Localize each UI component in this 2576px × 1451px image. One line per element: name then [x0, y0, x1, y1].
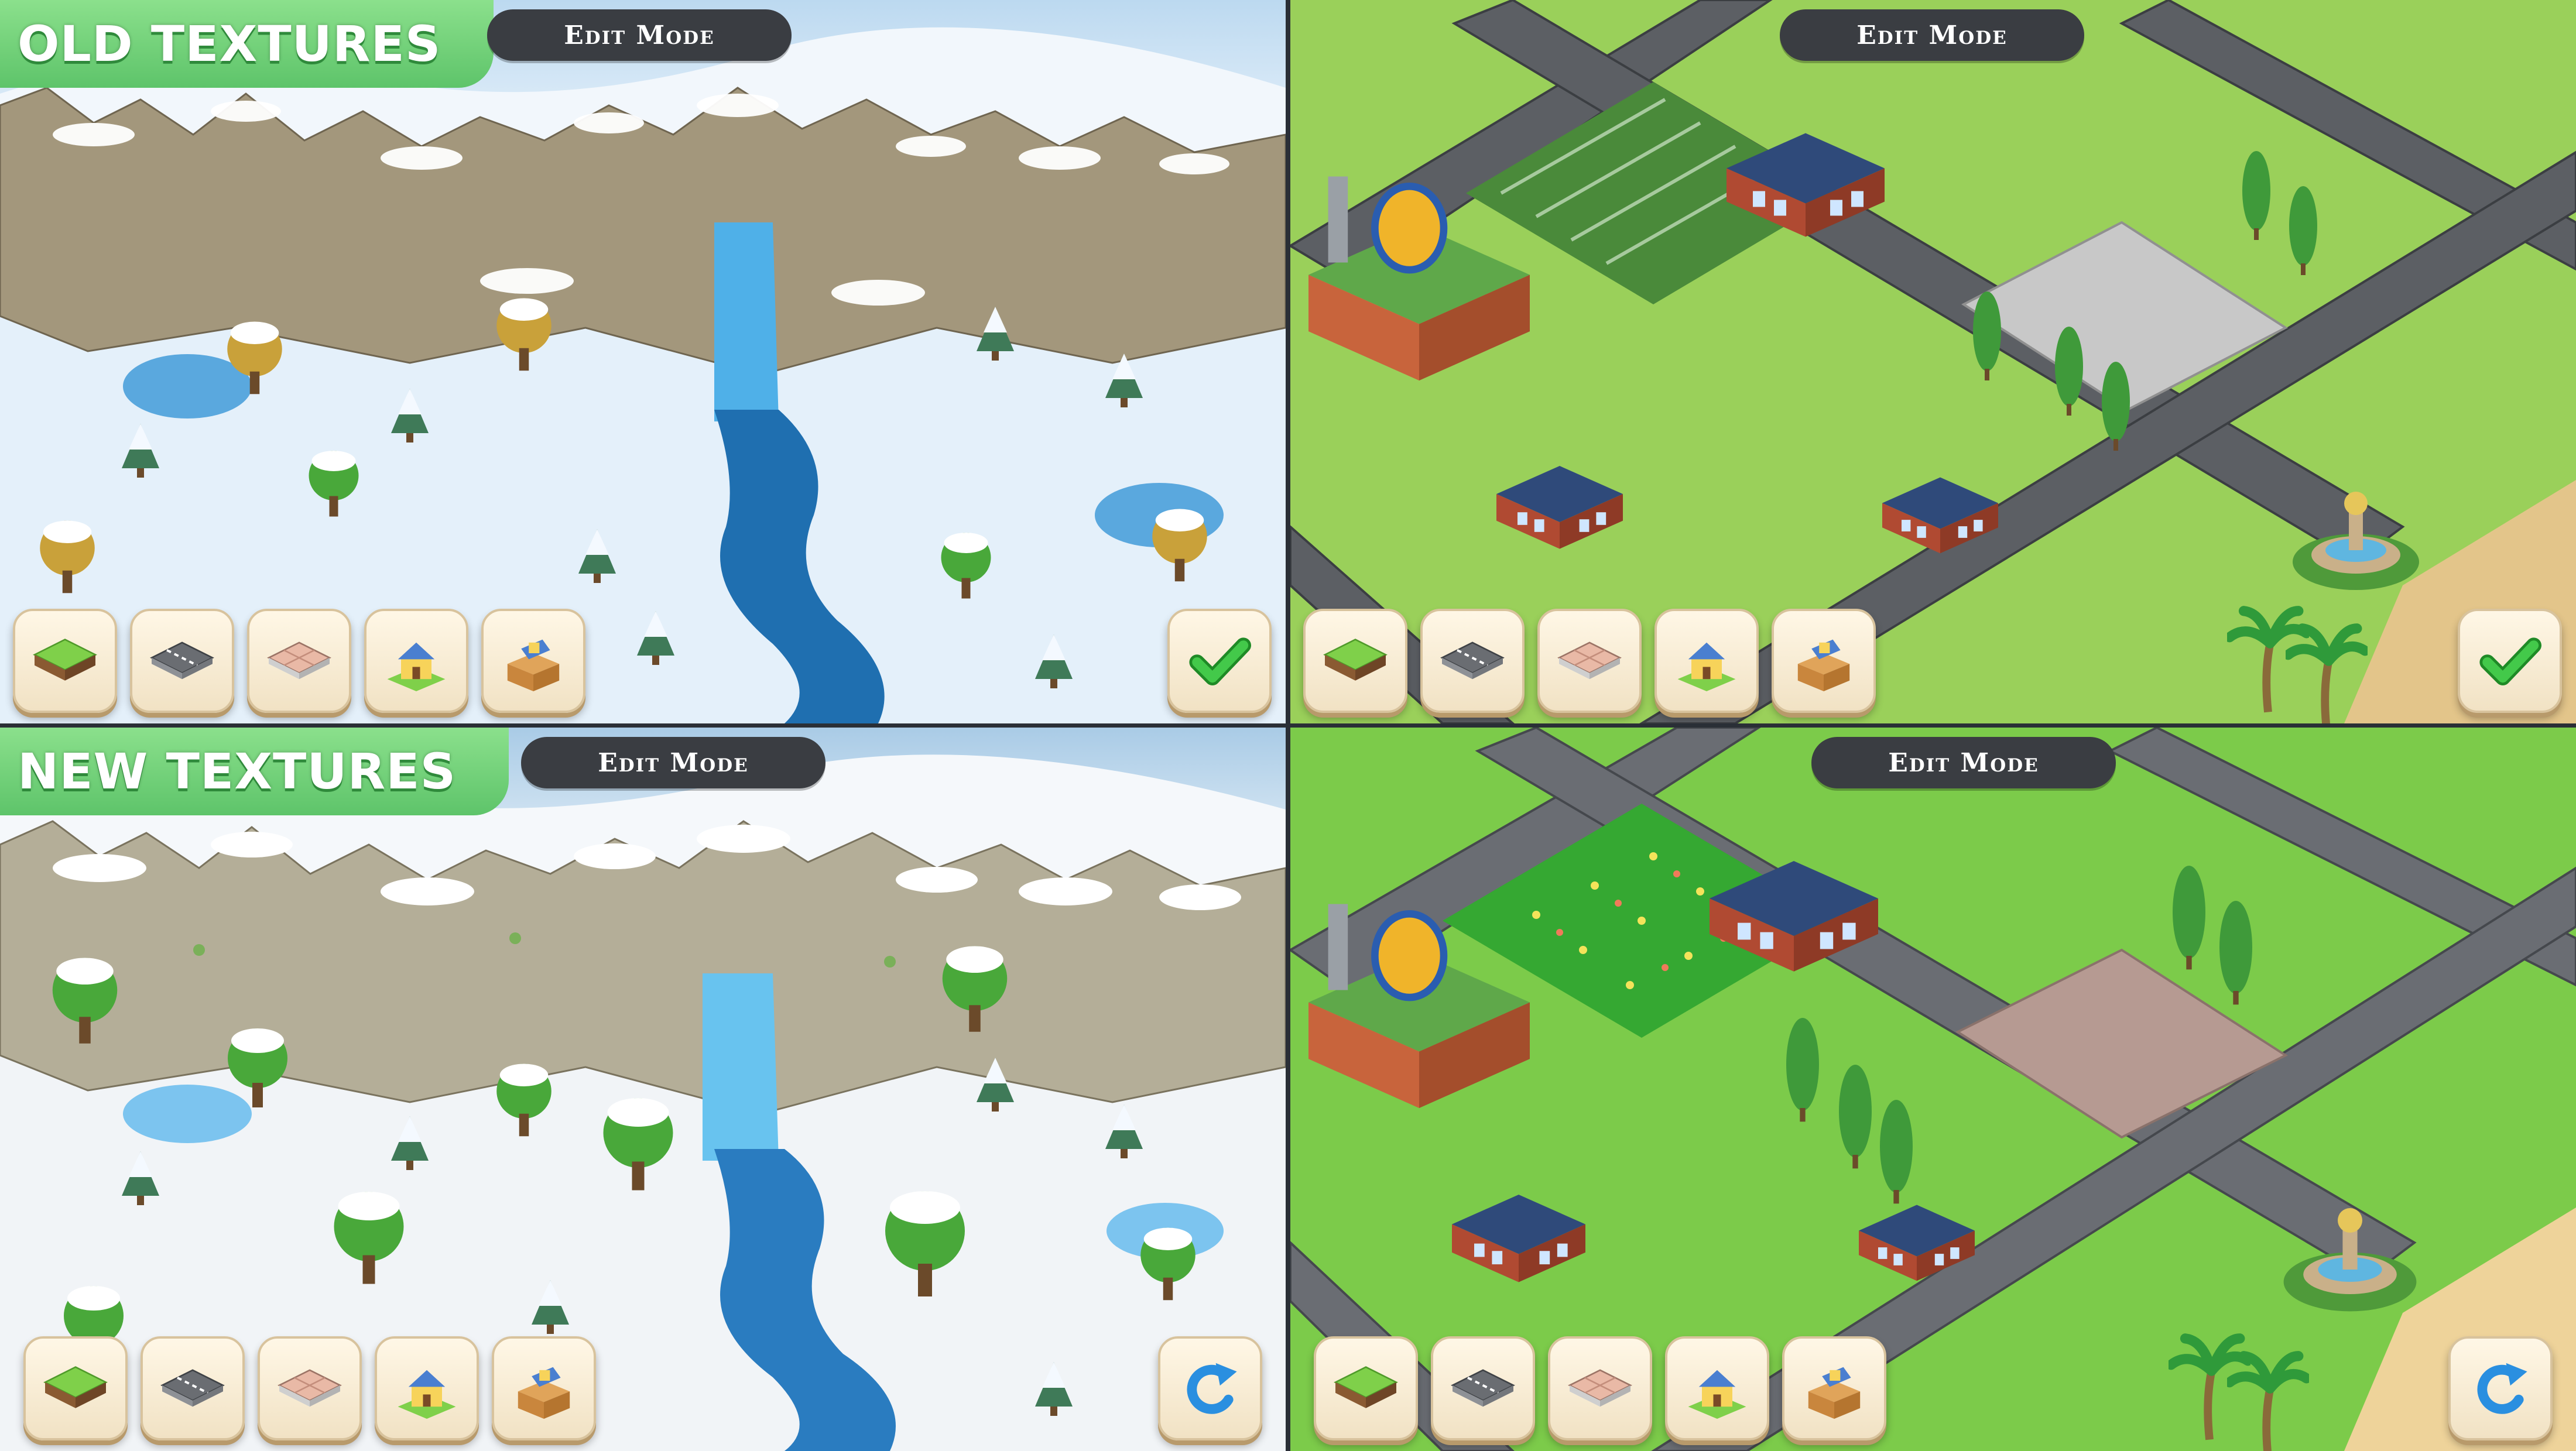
road-tile-icon — [1434, 623, 1510, 699]
house-icon — [1679, 1350, 1755, 1426]
new-winter-panel: NEW TEXTURES Edit Mode — [0, 728, 1286, 1451]
build-toolbar — [1303, 609, 1876, 713]
grass-tile-button[interactable] — [1314, 1336, 1418, 1440]
pavement-tile-button[interactable] — [1548, 1336, 1652, 1440]
grass-tile-button[interactable] — [23, 1336, 128, 1440]
storage-box-button[interactable] — [1772, 609, 1876, 713]
checkmark-icon — [2475, 626, 2545, 696]
road-tile-button[interactable] — [1420, 609, 1525, 713]
new-town-panel: Edit Mode — [1290, 728, 2576, 1451]
house-icon — [378, 623, 454, 699]
old-winter-panel: OLD TEXTURES Edit Mode — [0, 0, 1286, 723]
rotate-button[interactable] — [2448, 1336, 2553, 1440]
build-toolbar — [23, 1336, 596, 1440]
old-town-panel: Edit Mode — [1290, 0, 2576, 723]
road-tile-button[interactable] — [1431, 1336, 1535, 1440]
road-tile-button[interactable] — [141, 1336, 245, 1440]
pavement-tile-icon — [1562, 1350, 1638, 1426]
house-icon — [389, 1350, 465, 1426]
pavement-tile-button[interactable] — [1537, 609, 1642, 713]
storage-box-icon — [1786, 623, 1862, 699]
edit-mode-label: Edit Mode — [521, 737, 825, 788]
road-tile-icon — [144, 623, 220, 699]
pavement-tile-button[interactable] — [247, 609, 351, 713]
rotate-icon — [2465, 1353, 2536, 1423]
pavement-tile-icon — [261, 623, 337, 699]
build-toolbar — [1314, 1336, 1886, 1440]
house-button[interactable] — [375, 1336, 479, 1440]
rotate-button[interactable] — [1158, 1336, 1262, 1440]
grass-tile-icon — [1317, 623, 1393, 699]
build-toolbar — [13, 609, 585, 713]
storage-box-button[interactable] — [481, 609, 585, 713]
road-tile-icon — [1445, 1350, 1521, 1426]
road-tile-button[interactable] — [130, 609, 234, 713]
storage-box-icon — [495, 623, 571, 699]
pavement-tile-icon — [1551, 623, 1628, 699]
grass-tile-icon — [27, 623, 103, 699]
edit-mode-label: Edit Mode — [487, 9, 792, 61]
new-textures-banner: NEW TEXTURES — [0, 728, 509, 815]
grass-tile-button[interactable] — [1303, 609, 1407, 713]
storage-box-button[interactable] — [1782, 1336, 1886, 1440]
grass-tile-icon — [37, 1350, 114, 1426]
old-textures-banner: OLD TEXTURES — [0, 0, 494, 88]
house-button[interactable] — [1665, 1336, 1769, 1440]
edit-mode-label: Edit Mode — [1780, 9, 2084, 61]
grass-tile-icon — [1328, 1350, 1404, 1426]
pavement-tile-icon — [272, 1350, 348, 1426]
house-icon — [1669, 623, 1745, 699]
storage-box-icon — [506, 1350, 582, 1426]
confirm-button[interactable] — [2458, 609, 2562, 713]
house-button[interactable] — [364, 609, 468, 713]
storage-box-button[interactable] — [492, 1336, 596, 1440]
pavement-tile-button[interactable] — [258, 1336, 362, 1440]
checkmark-icon — [1184, 626, 1255, 696]
storage-box-icon — [1796, 1350, 1872, 1426]
edit-mode-label: Edit Mode — [1811, 737, 2116, 788]
house-button[interactable] — [1654, 609, 1759, 713]
grass-tile-button[interactable] — [13, 609, 117, 713]
road-tile-icon — [155, 1350, 231, 1426]
confirm-button[interactable] — [1167, 609, 1272, 713]
rotate-icon — [1175, 1353, 1245, 1423]
